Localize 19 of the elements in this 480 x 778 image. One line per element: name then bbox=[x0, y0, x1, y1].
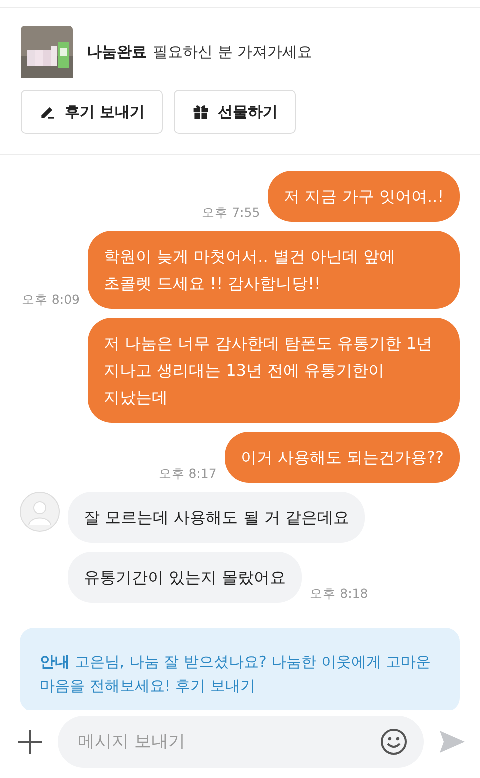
product-title: 필요하신 분 가져가세요 bbox=[153, 43, 313, 61]
message-bubble: 잘 모르는데 사용해도 될 거 같은데요 bbox=[68, 492, 366, 543]
plus-icon[interactable] bbox=[16, 728, 44, 756]
gift-icon bbox=[192, 103, 210, 121]
message-bubble: 이거 사용해도 되는건가용?? bbox=[224, 432, 460, 483]
message-time: 오후 8:17 bbox=[158, 466, 217, 483]
notice-text: 안내 고은님, 나눔 잘 받으셨나요? 나눔한 이웃에게 고마운 마음을 전해보세요! 후기 보내기 bbox=[40, 652, 432, 697]
message-field[interactable]: 메시지 보내기 bbox=[58, 716, 424, 768]
message-time: 오후 8:09 bbox=[22, 292, 80, 309]
status-label: 나눔완료 bbox=[87, 43, 147, 61]
message-time: 오후 8:18 bbox=[310, 586, 368, 603]
emoji-icon[interactable] bbox=[380, 728, 408, 756]
message-bubble: 학원이 늦게 마쳣어서.. 별건 아닌데 앞에 초콜렛 드세요 !! 감사합니당!! bbox=[88, 231, 460, 309]
message-time: 오후 7:55 bbox=[202, 205, 260, 222]
review-button[interactable]: 후기 보내기 bbox=[21, 90, 164, 134]
message-bubble: 저 나눔은 너무 감사한데 탐폰도 유통기한 1년 지나고 생리대는 13년 전에 유통기한이 지났는데 bbox=[88, 318, 460, 423]
gift-button[interactable]: 선물하기 bbox=[174, 90, 296, 134]
message-bubble: 저 지금 가구 잇어여..! bbox=[268, 171, 460, 222]
message-bubble: 유통기간이 있는지 몰랐어요 bbox=[68, 552, 302, 603]
